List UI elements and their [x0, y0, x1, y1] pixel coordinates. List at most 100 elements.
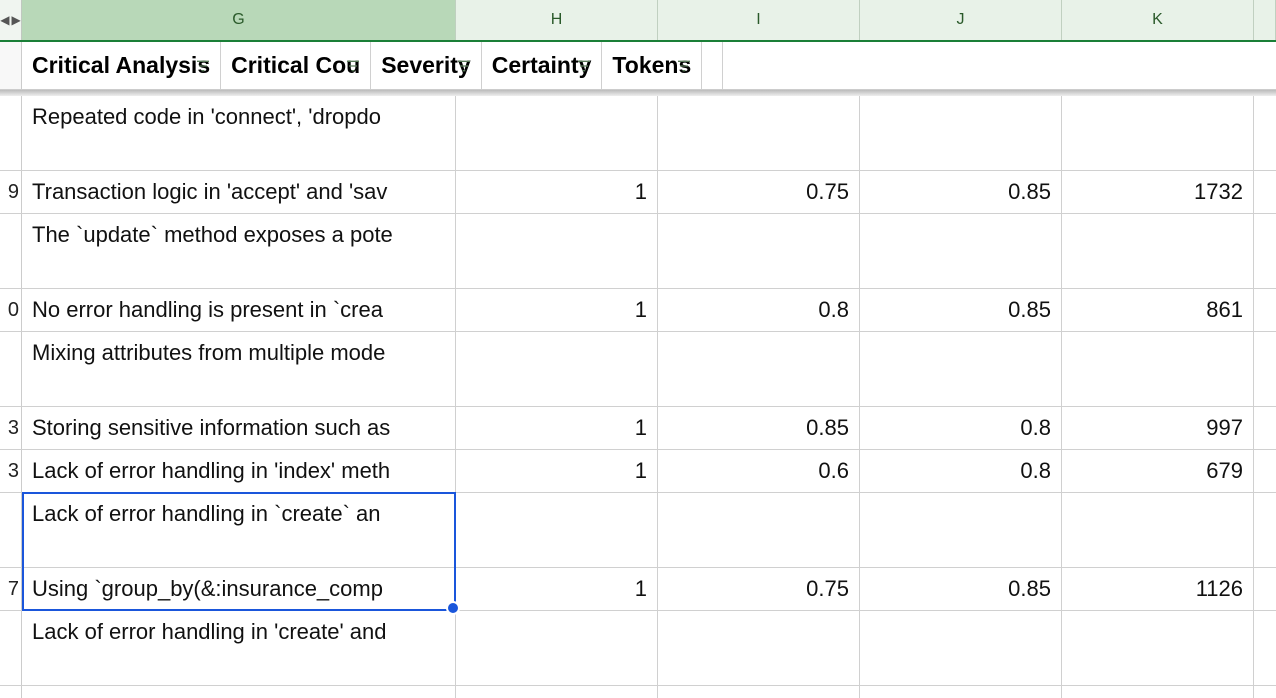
cell-critical-count[interactable] [456, 214, 658, 288]
header-tokens[interactable]: Tokens [602, 42, 702, 89]
cell-severity[interactable]: 0.85 [658, 407, 860, 449]
cell-critical-count[interactable] [456, 611, 658, 685]
cell-critical-analysis[interactable]: Lack of error handling in 'index' meth [22, 450, 456, 492]
cell-certainty[interactable]: 0.85 [860, 686, 1062, 698]
row-number[interactable]: 0 [0, 289, 22, 331]
column-header-g[interactable]: G [22, 0, 456, 40]
column-header-k[interactable]: K [1062, 0, 1254, 40]
cell-critical-count[interactable] [456, 96, 658, 170]
cell-certainty[interactable]: 0.8 [860, 450, 1062, 492]
cell-end [1254, 289, 1276, 331]
cell-tokens[interactable] [1062, 96, 1254, 170]
cell-tokens[interactable]: 895 [1062, 686, 1254, 698]
cell-tokens[interactable]: 997 [1062, 407, 1254, 449]
row-number[interactable]: 9 [0, 171, 22, 213]
filter-icon[interactable] [455, 57, 473, 75]
spreadsheet: ◀ ▶ G H I J K Critical Analysis Critical… [0, 0, 1276, 698]
sheet-nav-arrows[interactable]: ◀ ▶ [0, 0, 22, 40]
cell-critical-analysis[interactable]: Potential security risk if 'SimplySava [22, 686, 456, 698]
row-number[interactable] [0, 611, 22, 685]
table-row[interactable]: Repeated code in 'connect', 'dropdo [0, 96, 1276, 171]
cell-certainty[interactable] [860, 96, 1062, 170]
table-row[interactable]: 7Using `group_by(&:insurance_comp10.750.… [0, 568, 1276, 611]
cell-severity[interactable] [658, 96, 860, 170]
header-critical-analysis[interactable]: Critical Analysis [22, 42, 221, 89]
header-row: Critical Analysis Critical Cou Severity … [0, 42, 1276, 90]
cell-severity[interactable]: 0.8 [658, 289, 860, 331]
row-number[interactable]: 3 [0, 686, 22, 698]
column-header-end[interactable] [1254, 0, 1276, 40]
arrow-right-icon: ▶ [12, 13, 21, 27]
header-severity[interactable]: Severity [371, 42, 482, 89]
column-header-i[interactable]: I [658, 0, 860, 40]
row-number[interactable]: 7 [0, 568, 22, 610]
cell-severity[interactable] [658, 332, 860, 406]
row-number[interactable]: 3 [0, 407, 22, 449]
table-row[interactable]: 3Potential security risk if 'SimplySava1… [0, 686, 1276, 698]
table-row[interactable]: 3Storing sensitive information such as10… [0, 407, 1276, 450]
cell-severity[interactable] [658, 611, 860, 685]
cell-certainty[interactable]: 0.8 [860, 407, 1062, 449]
grid-body[interactable]: Repeated code in 'connect', 'dropdo9Tran… [0, 96, 1276, 698]
cell-critical-count[interactable] [456, 332, 658, 406]
filter-icon[interactable] [344, 57, 362, 75]
cell-critical-count[interactable]: 1 [456, 171, 658, 213]
row-number[interactable] [0, 493, 22, 567]
row-number[interactable] [0, 214, 22, 288]
cell-certainty[interactable] [860, 611, 1062, 685]
column-header-j[interactable]: J [860, 0, 1062, 40]
cell-critical-count[interactable]: 1 [456, 568, 658, 610]
cell-end [1254, 171, 1276, 213]
cell-certainty[interactable] [860, 332, 1062, 406]
table-row[interactable]: 3Lack of error handling in 'index' meth1… [0, 450, 1276, 493]
cell-certainty[interactable] [860, 214, 1062, 288]
cell-severity[interactable] [658, 493, 860, 567]
filter-icon[interactable] [675, 57, 693, 75]
cell-critical-count[interactable] [456, 493, 658, 567]
cell-critical-analysis[interactable]: Using `group_by(&:insurance_comp [22, 568, 456, 610]
cell-tokens[interactable] [1062, 214, 1254, 288]
cell-certainty[interactable] [860, 493, 1062, 567]
cell-tokens[interactable]: 679 [1062, 450, 1254, 492]
table-row[interactable]: Lack of error handling in `create` an [0, 493, 1276, 568]
cell-tokens[interactable] [1062, 493, 1254, 567]
table-row[interactable]: 9Transaction logic in 'accept' and 'sav1… [0, 171, 1276, 214]
cell-critical-count[interactable]: 1 [456, 407, 658, 449]
cell-severity[interactable]: 0.75 [658, 686, 860, 698]
cell-severity[interactable]: 0.75 [658, 171, 860, 213]
cell-critical-count[interactable]: 1 [456, 450, 658, 492]
cell-tokens[interactable]: 1126 [1062, 568, 1254, 610]
cell-critical-count[interactable]: 1 [456, 686, 658, 698]
cell-certainty[interactable]: 0.85 [860, 171, 1062, 213]
filter-icon[interactable] [194, 57, 212, 75]
cell-severity[interactable]: 0.75 [658, 568, 860, 610]
table-row[interactable]: Mixing attributes from multiple mode [0, 332, 1276, 407]
table-row[interactable]: The `update` method exposes a pote [0, 214, 1276, 289]
table-row[interactable]: Lack of error handling in 'create' and [0, 611, 1276, 686]
column-header-h[interactable]: H [456, 0, 658, 40]
cell-critical-analysis[interactable]: Lack of error handling in `create` an [22, 493, 456, 567]
cell-critical-analysis[interactable]: Mixing attributes from multiple mode [22, 332, 456, 406]
cell-tokens[interactable]: 861 [1062, 289, 1254, 331]
cell-certainty[interactable]: 0.85 [860, 289, 1062, 331]
cell-critical-analysis[interactable]: Transaction logic in 'accept' and 'sav [22, 171, 456, 213]
cell-severity[interactable] [658, 214, 860, 288]
cell-tokens[interactable] [1062, 611, 1254, 685]
cell-tokens[interactable]: 1732 [1062, 171, 1254, 213]
cell-tokens[interactable] [1062, 332, 1254, 406]
cell-certainty[interactable]: 0.85 [860, 568, 1062, 610]
row-number[interactable] [0, 332, 22, 406]
filter-icon[interactable] [575, 57, 593, 75]
cell-critical-analysis[interactable]: Storing sensitive information such as [22, 407, 456, 449]
cell-critical-count[interactable]: 1 [456, 289, 658, 331]
table-row[interactable]: 0No error handling is present in `crea10… [0, 289, 1276, 332]
cell-critical-analysis[interactable]: The `update` method exposes a pote [22, 214, 456, 288]
cell-severity[interactable]: 0.6 [658, 450, 860, 492]
row-number[interactable] [0, 96, 22, 170]
cell-critical-analysis[interactable]: No error handling is present in `crea [22, 289, 456, 331]
cell-critical-analysis[interactable]: Lack of error handling in 'create' and [22, 611, 456, 685]
header-critical-count[interactable]: Critical Cou [221, 42, 371, 89]
header-certainty[interactable]: Certainty [482, 42, 603, 89]
cell-critical-analysis[interactable]: Repeated code in 'connect', 'dropdo [22, 96, 456, 170]
row-number[interactable]: 3 [0, 450, 22, 492]
